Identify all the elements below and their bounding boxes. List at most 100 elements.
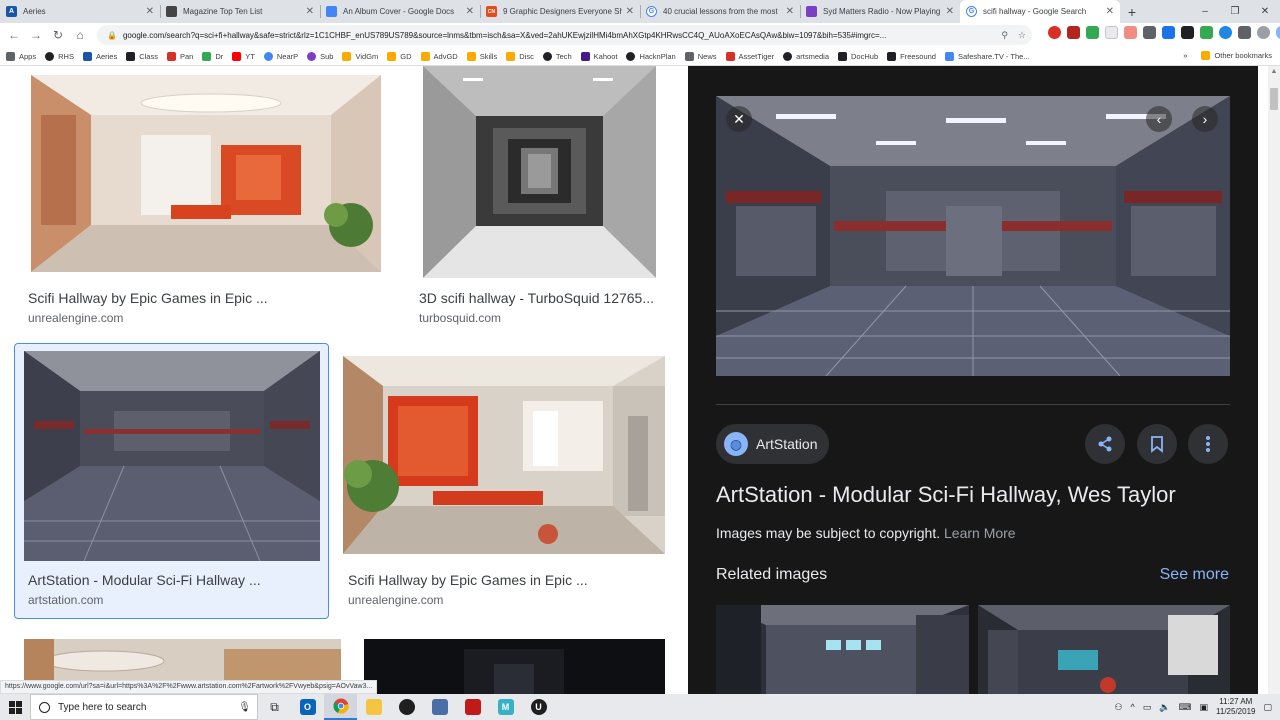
- tab-google-docs[interactable]: An Album Cover - Google Docs ✕: [320, 0, 480, 23]
- extension-icon[interactable]: [1086, 26, 1099, 39]
- share-button[interactable]: [1085, 424, 1125, 464]
- learn-more-link[interactable]: Learn More: [944, 525, 1016, 541]
- taskbar-unreal[interactable]: U: [522, 694, 555, 720]
- result-title[interactable]: 3D scifi hallway - TurboSquid 12765...: [419, 290, 654, 306]
- taskbar-app[interactable]: [423, 694, 456, 720]
- related-image-thumbnail[interactable]: [716, 605, 969, 694]
- star-icon[interactable]: ☆: [1018, 30, 1026, 41]
- chevron-up-icon[interactable]: ^: [1131, 702, 1135, 712]
- bookmark-class[interactable]: Class: [126, 51, 158, 61]
- taskbar-chrome[interactable]: [324, 694, 357, 720]
- source-chip[interactable]: ◍ ArtStation: [716, 424, 830, 464]
- close-icon[interactable]: ✕: [466, 6, 474, 17]
- start-button[interactable]: [0, 694, 30, 720]
- bookmark-assettiger[interactable]: AssetTiger: [725, 51, 774, 61]
- bookmark-yt[interactable]: YT: [232, 51, 255, 61]
- bookmark-sub[interactable]: Sub: [307, 51, 333, 61]
- close-icon[interactable]: ✕: [306, 6, 314, 17]
- see-more-link[interactable]: See more: [1160, 566, 1229, 584]
- keyboard-icon[interactable]: ⌨: [1179, 702, 1192, 713]
- bookmark-advgd[interactable]: AdvGD: [420, 51, 458, 61]
- bookmark-tech[interactable]: Tech: [542, 51, 572, 61]
- close-icon[interactable]: ✕: [1106, 6, 1114, 17]
- result-title[interactable]: Scifi Hallway by Epic Games in Epic ...: [348, 572, 588, 588]
- more-options-button[interactable]: [1188, 424, 1228, 464]
- result-thumbnail[interactable]: [364, 639, 665, 694]
- profile-avatar[interactable]: [1276, 26, 1280, 39]
- tab-radio[interactable]: Syd Matters Radio - Now Playing ✕: [800, 0, 960, 23]
- bookmarks-overflow[interactable]: »: [1183, 51, 1187, 60]
- next-image-button[interactable]: ›: [1192, 106, 1218, 132]
- previous-image-button[interactable]: ‹: [1146, 106, 1172, 132]
- extension-icon[interactable]: [1105, 26, 1118, 39]
- extension-icon[interactable]: [1181, 26, 1194, 39]
- result-title[interactable]: Scifi Hallway by Epic Games in Epic ...: [28, 290, 268, 306]
- bookmark-vidgm[interactable]: VidGm: [342, 51, 378, 61]
- result-thumbnail[interactable]: [31, 75, 381, 272]
- forward-button[interactable]: →: [25, 24, 47, 46]
- address-bar[interactable]: 🔒 google.com/search?q=sci+fi+hallway&saf…: [97, 25, 1032, 45]
- bookmark-apps[interactable]: Apps: [6, 51, 36, 61]
- bookmark-disc[interactable]: Disc: [506, 51, 534, 61]
- extension-icon[interactable]: [1143, 26, 1156, 39]
- bookmark-safeshare[interactable]: Safeshare.TV - The...: [944, 51, 1030, 61]
- taskbar-file-explorer[interactable]: [357, 694, 390, 720]
- result-thumbnail[interactable]: [24, 351, 320, 561]
- bookmark-freesound[interactable]: Freesound: [887, 51, 936, 61]
- tab-google-search[interactable]: G scifi hallway - Google Search ✕: [960, 0, 1120, 23]
- bookmark-artsmedia[interactable]: artsmedia: [783, 51, 829, 61]
- close-icon[interactable]: ✕: [786, 6, 794, 17]
- result-thumbnail[interactable]: [423, 66, 656, 278]
- bookmark-rhs[interactable]: RHS: [45, 51, 74, 61]
- close-icon[interactable]: ✕: [726, 106, 752, 132]
- related-image-thumbnail[interactable]: [978, 605, 1230, 694]
- window-close-button[interactable]: ✕: [1250, 0, 1280, 23]
- home-button[interactable]: ⌂: [69, 24, 91, 46]
- taskbar-search[interactable]: Type here to search 🎙: [30, 694, 258, 720]
- close-icon[interactable]: ✕: [626, 6, 634, 17]
- scrollbar-thumb[interactable]: [1270, 88, 1278, 110]
- close-icon[interactable]: ✕: [146, 6, 154, 17]
- tab-magazine[interactable]: Magazine Top Ten List ✕: [160, 0, 320, 23]
- taskbar-outlook[interactable]: O: [291, 694, 324, 720]
- taskbar-maya[interactable]: M: [489, 694, 522, 720]
- bookmark-pan[interactable]: Pan: [166, 51, 193, 61]
- extension-icon[interactable]: [1200, 26, 1213, 39]
- opera-icon[interactable]: [1048, 26, 1061, 39]
- result-thumbnail[interactable]: [343, 356, 665, 554]
- adobe-icon[interactable]: [1067, 26, 1080, 39]
- extension-icon[interactable]: [1124, 26, 1137, 39]
- bookmark-hacknplan[interactable]: HacknPlan: [626, 51, 676, 61]
- close-icon[interactable]: ✕: [946, 6, 954, 17]
- bookmark-dr[interactable]: Dr: [202, 51, 223, 61]
- search-icon[interactable]: ⚲: [1001, 30, 1008, 41]
- app-tray-icon[interactable]: ▣: [1200, 702, 1209, 713]
- scroll-up-arrow-icon[interactable]: ▲: [1268, 68, 1280, 78]
- notifications-icon[interactable]: ▢: [1263, 702, 1272, 713]
- back-button[interactable]: ←: [3, 24, 25, 46]
- result-title[interactable]: ArtStation - Modular Sci-Fi Hallway ...: [28, 572, 261, 588]
- microphone-icon[interactable]: 🎙: [238, 702, 251, 713]
- preview-image[interactable]: ✕ ‹ ›: [716, 96, 1230, 376]
- save-button[interactable]: [1137, 424, 1177, 464]
- restore-button[interactable]: ❐: [1220, 0, 1250, 23]
- bookmark-nearp[interactable]: NearP: [263, 51, 298, 61]
- bookmark-news[interactable]: News: [684, 51, 717, 61]
- extension-icon[interactable]: [1162, 26, 1175, 39]
- volume-icon[interactable]: 🔈: [1159, 702, 1170, 713]
- image-title[interactable]: ArtStation - Modular Sci-Fi Hallway, Wes…: [716, 482, 1176, 508]
- bookmark-aeries[interactable]: Aeries: [82, 51, 117, 61]
- bookmark-gd[interactable]: GD: [387, 51, 412, 61]
- task-view-button[interactable]: ⧉: [258, 694, 291, 720]
- network-icon[interactable]: ▭: [1143, 702, 1152, 713]
- new-tab-button[interactable]: +: [1120, 0, 1144, 23]
- bookmark-dochub[interactable]: DocHub: [838, 51, 878, 61]
- other-bookmarks[interactable]: Other bookmarks: [1214, 51, 1272, 60]
- taskbar-acrobat[interactable]: [456, 694, 489, 720]
- minimize-button[interactable]: –: [1190, 0, 1220, 23]
- people-icon[interactable]: ⚇: [1114, 702, 1122, 713]
- reload-button[interactable]: ↻: [47, 24, 69, 46]
- extension-icon[interactable]: [1257, 26, 1270, 39]
- extension-icon[interactable]: [1238, 26, 1251, 39]
- tab-lessons[interactable]: G 40 crucial lessons from the most ✕: [640, 0, 800, 23]
